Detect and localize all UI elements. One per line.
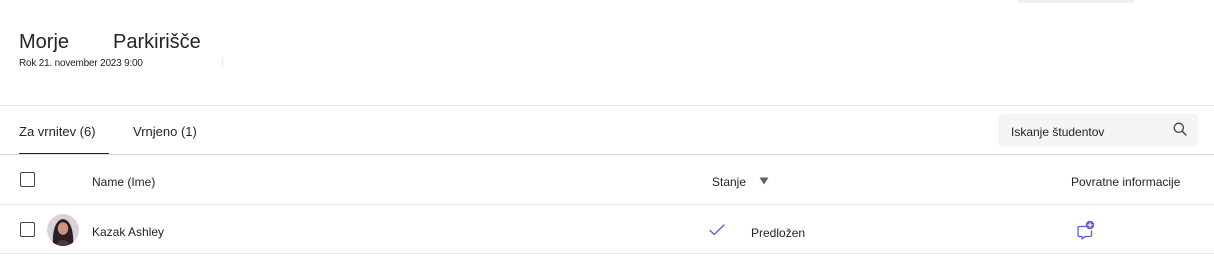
avatar [47,214,79,246]
column-header-feedback: Povratne informacije [1071,175,1181,189]
search-students-input[interactable]: Iskanje študentov [998,114,1198,147]
select-all-checkbox[interactable] [20,172,35,187]
top-toolbar-edge [1018,0,1134,3]
due-date: Rok 21. november 2023 9:00 [19,58,143,69]
row-checkbox[interactable] [20,222,35,237]
header-divider-line [0,105,1214,106]
header-divider [222,58,223,68]
tabs-divider-line [0,154,1214,155]
row-divider [0,253,1214,254]
column-header-status[interactable]: Stanje [712,175,746,189]
assignment-title: Morje [19,31,70,53]
status-text: Predložen [751,226,806,240]
tab-to-return[interactable]: Za vrnitev (6) [19,124,96,139]
tab-returned[interactable]: Vrnjeno (1) [133,124,197,139]
assignment-title-secondary: Parkirišče [113,31,201,53]
table-header-divider [0,204,1214,205]
checkmark-icon [709,224,725,236]
add-feedback-icon[interactable] [1077,220,1095,240]
student-name[interactable]: Kazak Ashley [92,225,164,239]
column-header-name[interactable]: Name (Ime) [92,175,155,189]
sort-down-icon[interactable] [759,177,769,185]
search-placeholder: Iskanje študentov [1011,125,1105,139]
search-icon[interactable] [1173,122,1187,136]
